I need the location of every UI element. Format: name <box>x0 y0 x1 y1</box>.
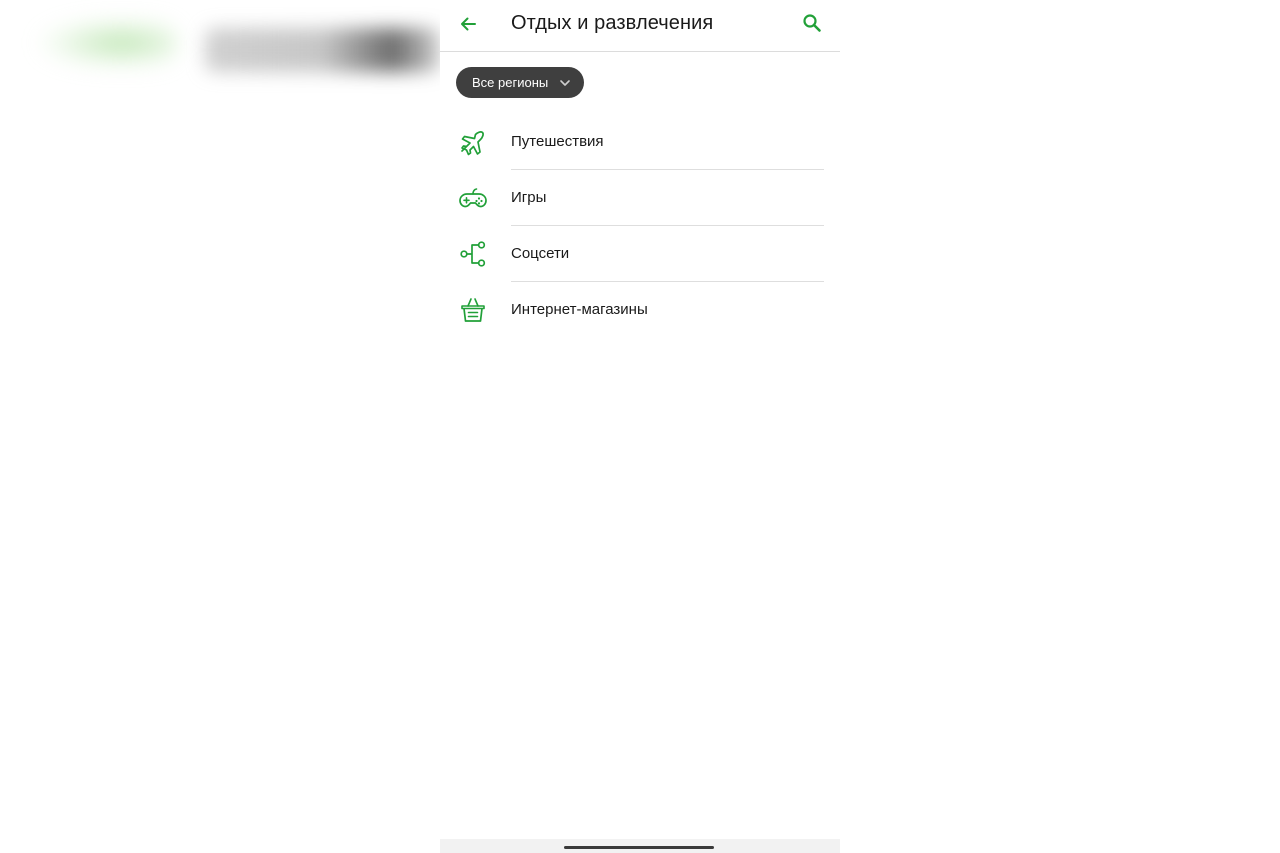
category-item-label: Игры <box>511 189 547 206</box>
airplane-icon <box>458 128 488 156</box>
category-item-games[interactable]: Игры <box>440 170 840 226</box>
share-nodes-icon <box>458 240 488 268</box>
category-item-label: Интернет-магазины <box>511 301 648 318</box>
category-item-label: Путешествия <box>511 133 604 150</box>
region-filter-chip[interactable]: Все регионы <box>456 67 585 98</box>
system-navigation-bar <box>440 839 840 853</box>
region-filter-label: Все регионы <box>472 75 549 90</box>
back-button[interactable] <box>454 10 482 38</box>
page-title: Отдых и развлечения <box>511 12 714 34</box>
category-item-online-shops[interactable]: Интернет-магазины <box>440 282 840 338</box>
home-indicator[interactable] <box>564 846 714 849</box>
gamepad-icon <box>458 184 488 212</box>
search-icon <box>803 14 821 32</box>
blurred-header-text <box>205 28 440 72</box>
shopping-basket-icon <box>458 296 488 324</box>
screen: Отдых и развлечения Все регионы Путешест… <box>0 0 1280 853</box>
app-bar: Отдых и развлечения <box>440 0 840 52</box>
category-list: Путешествия Игры Соцсети Интернет-магази… <box>440 114 840 338</box>
app-screen: Отдых и развлечения Все регионы Путешест… <box>440 0 840 853</box>
blurred-logo <box>38 18 178 68</box>
arrow-left-icon <box>461 17 476 31</box>
category-item-travel[interactable]: Путешествия <box>440 114 840 170</box>
category-item-social[interactable]: Соцсети <box>440 226 840 282</box>
chevron-down-icon <box>558 76 572 90</box>
search-button[interactable] <box>798 9 826 37</box>
category-item-label: Соцсети <box>511 245 570 262</box>
